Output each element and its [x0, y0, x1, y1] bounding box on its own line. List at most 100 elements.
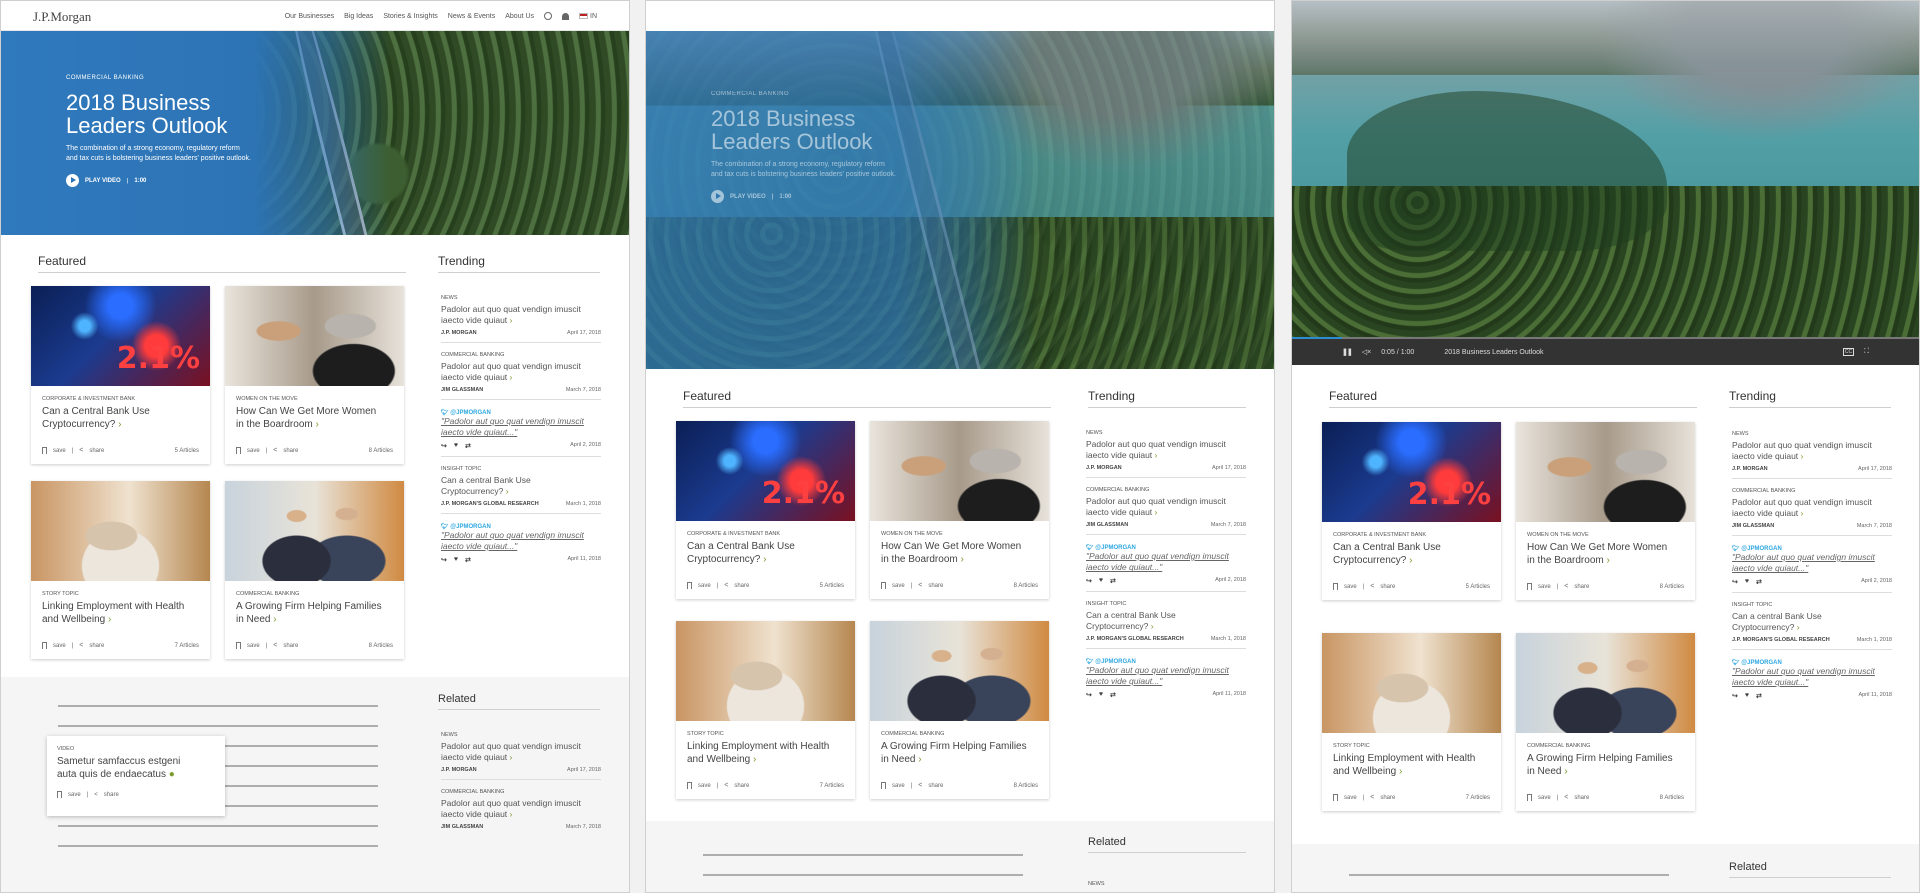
item-text[interactable]: Padolor aut quo quat vendign imuscit iaec…: [441, 361, 601, 384]
tweet-item[interactable]: 🐦︎ @JPMORGAN "Padolor aut quo quat vendi…: [441, 514, 601, 570]
featured-card-health[interactable]: STORY TOPIC Linking Employment with Heal…: [1322, 633, 1501, 811]
share-icon[interactable]: <: [273, 447, 277, 454]
share-button[interactable]: share: [1574, 584, 1589, 590]
share-icon[interactable]: <: [79, 447, 83, 454]
like-icon[interactable]: ♥: [1745, 692, 1749, 699]
tweet-item[interactable]: 🐦︎ @JPMORGAN "Padolor aut quo quat vendi…: [1732, 650, 1892, 706]
save-button[interactable]: save: [1344, 795, 1357, 801]
bookmark-icon[interactable]: [236, 642, 241, 649]
reply-icon[interactable]: ↪: [1086, 577, 1092, 585]
card-title[interactable]: A Growing Firm Helping Families in Need ›: [236, 600, 393, 628]
twitter-handle[interactable]: 🐦︎ @JPMORGAN: [441, 523, 601, 530]
video-card-title[interactable]: Sametur samfaccus estgeni auta quis de en…: [57, 755, 215, 781]
featured-card-families[interactable]: COMMERCIAL BANKING A Growing Firm Helpin…: [1516, 633, 1695, 811]
share-icon[interactable]: <: [724, 582, 728, 589]
featured-card-women[interactable]: WOMEN ON THE MOVE How Can We Get More Wo…: [870, 421, 1049, 599]
card-title[interactable]: Can a Central Bank Use Cryptocurrency? ›: [42, 405, 199, 433]
twitter-handle[interactable]: 🐦︎ @JPMORGAN: [441, 409, 601, 416]
share-icon[interactable]: <: [918, 782, 922, 789]
user-icon[interactable]: [562, 12, 570, 20]
fullscreen-icon[interactable]: ⛶: [1864, 348, 1869, 356]
video-frame[interactable]: [1292, 1, 1919, 337]
captions-icon[interactable]: CC: [1842, 348, 1855, 356]
trending-item[interactable]: COMMERCIAL BANKING Padolor aut quo quat …: [1732, 479, 1892, 536]
reply-icon[interactable]: ↪: [441, 556, 447, 564]
reply-icon[interactable]: ↪: [1086, 691, 1092, 699]
share-button[interactable]: share: [89, 643, 104, 649]
bookmark-icon[interactable]: [881, 782, 886, 789]
jpmorgan-logo[interactable]: J.P.Morgan: [33, 9, 91, 25]
share-icon[interactable]: <: [724, 782, 728, 789]
retweet-icon[interactable]: ⇄: [1756, 692, 1762, 700]
share-button[interactable]: share: [928, 583, 943, 589]
pause-icon[interactable]: ❚❚: [1342, 348, 1353, 356]
play-circle-icon[interactable]: ●: [169, 769, 175, 780]
trending-item[interactable]: INSIGHT TOPIC Can a central Bank Use Cryp…: [441, 457, 601, 514]
share-button[interactable]: share: [283, 643, 298, 649]
save-button[interactable]: save: [53, 448, 66, 454]
related-item[interactable]: COMMERCIAL BANKING Padolor aut quo quat …: [441, 780, 601, 836]
share-icon[interactable]: <: [1370, 794, 1374, 801]
tweet-quote[interactable]: "Padolor aut quo quat vendign imuscit iae…: [1732, 666, 1892, 689]
share-button[interactable]: share: [104, 792, 119, 798]
retweet-icon[interactable]: ⇄: [1110, 691, 1116, 699]
related-item[interactable]: NEWS Padolor aut quo quat vendign imusci…: [441, 723, 601, 780]
card-title[interactable]: A Growing Firm Helping Families in Need ›: [881, 740, 1038, 768]
featured-card-health[interactable]: STORY TOPIC Linking Employment with Heal…: [676, 621, 855, 799]
share-icon[interactable]: <: [273, 642, 277, 649]
item-text[interactable]: Padolor aut quo quat vendign imuscit iaec…: [441, 304, 601, 327]
twitter-handle[interactable]: 🐦︎ @JPMORGAN: [1086, 658, 1246, 665]
twitter-handle[interactable]: 🐦︎ @JPMORGAN: [1732, 659, 1892, 666]
item-text[interactable]: Padolor aut quo quat vendign imuscit iaec…: [1086, 496, 1246, 519]
tweet-item[interactable]: 🐦︎ @JPMORGAN "Padolor aut quo quat vendi…: [1732, 536, 1892, 593]
featured-card-women[interactable]: WOMEN ON THE MOVE How Can We Get More Wo…: [1516, 422, 1695, 600]
save-button[interactable]: save: [68, 792, 81, 798]
save-button[interactable]: save: [1538, 795, 1551, 801]
like-icon[interactable]: ♥: [454, 442, 458, 449]
play-video-button[interactable]: PLAY VIDEO | 1:00: [66, 174, 326, 188]
card-title[interactable]: Linking Employment with Health and Wellbe…: [42, 600, 199, 628]
item-text[interactable]: Can a central Bank Use Cryptocurrency? ›: [1732, 611, 1892, 634]
like-icon[interactable]: ♥: [454, 556, 458, 563]
share-button[interactable]: share: [1380, 584, 1395, 590]
tweet-item[interactable]: 🐦︎ @JPMORGAN "Padolor aut quo quat vendi…: [441, 400, 601, 457]
share-button[interactable]: share: [283, 448, 298, 454]
bookmark-icon[interactable]: [236, 447, 241, 454]
featured-card-families[interactable]: COMMERCIAL BANKING A Growing Firm Helpin…: [225, 481, 404, 659]
nav-big-ideas[interactable]: Big Ideas: [344, 13, 373, 20]
bookmark-icon[interactable]: [687, 782, 692, 789]
card-title[interactable]: Linking Employment with Health and Wellbe…: [687, 740, 844, 768]
tweet-quote[interactable]: "Padolor aut quo quat vendign imuscit iae…: [1732, 552, 1892, 575]
share-button[interactable]: share: [89, 448, 104, 454]
card-title[interactable]: Can a Central Bank Use Cryptocurrency? ›: [1333, 541, 1490, 569]
reply-icon[interactable]: ↪: [1732, 578, 1738, 586]
share-button[interactable]: share: [1380, 795, 1395, 801]
save-button[interactable]: save: [247, 448, 260, 454]
nav-about-us[interactable]: About Us: [505, 13, 534, 20]
share-icon[interactable]: <: [1564, 794, 1568, 801]
featured-card-families[interactable]: COMMERCIAL BANKING A Growing Firm Helpin…: [870, 621, 1049, 799]
featured-card-crypto[interactable]: 2.1% CORPORATE & INVESTMENT BANK Can a C…: [676, 421, 855, 599]
save-button[interactable]: save: [892, 583, 905, 589]
featured-card-health[interactable]: STORY TOPIC Linking Employment with Heal…: [31, 481, 210, 659]
tweet-item[interactable]: 🐦︎ @JPMORGAN "Padolor aut quo quat vendi…: [1086, 535, 1246, 592]
card-title[interactable]: Can a Central Bank Use Cryptocurrency? ›: [687, 540, 844, 568]
item-text[interactable]: Padolor aut quo quat vendign imuscit iaec…: [441, 741, 601, 764]
featured-card-women[interactable]: WOMEN ON THE MOVE How Can We Get More Wo…: [225, 286, 404, 464]
reply-icon[interactable]: ↪: [441, 442, 447, 450]
share-icon[interactable]: <: [1564, 583, 1568, 590]
card-title[interactable]: How Can We Get More Women in the Boardroo…: [881, 540, 1038, 568]
trending-item[interactable]: NEWS Padolor aut quo quat vendign imusci…: [1732, 422, 1892, 479]
play-video-button[interactable]: PLAY VIDEO | 1:00: [711, 190, 971, 204]
share-button[interactable]: share: [734, 583, 749, 589]
card-title[interactable]: How Can We Get More Women in the Boardroo…: [236, 405, 393, 433]
bookmark-icon[interactable]: [881, 582, 886, 589]
card-title[interactable]: How Can We Get More Women in the Boardroo…: [1527, 541, 1684, 569]
video-card[interactable]: VIDEO Sametur samfaccus estgeni auta quis…: [47, 736, 225, 816]
save-button[interactable]: save: [247, 643, 260, 649]
save-button[interactable]: save: [892, 783, 905, 789]
trending-item[interactable]: NEWS Padolor aut quo quat vendign imusci…: [1086, 421, 1246, 478]
like-icon[interactable]: ♥: [1745, 578, 1749, 585]
region-selector[interactable]: IN: [579, 13, 597, 20]
twitter-handle[interactable]: 🐦︎ @JPMORGAN: [1732, 545, 1892, 552]
